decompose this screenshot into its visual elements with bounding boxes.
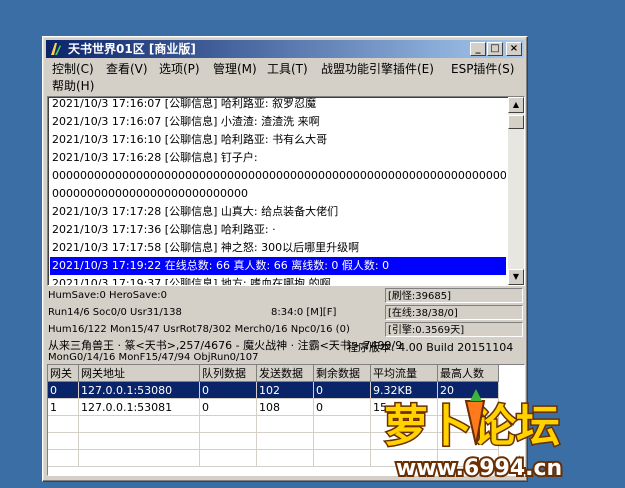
table-cell: 102 [256, 381, 314, 399]
table-cell [256, 415, 314, 433]
status-time: 8:34:0 [M][F] [271, 307, 337, 318]
log-line[interactable]: 2021/10/3 17:16:10 [公聊信息] 哈利路亚: 书有么大哥 [50, 131, 506, 149]
minimize-icon: _ [475, 43, 481, 54]
maximize-icon: □ [490, 43, 500, 54]
table-cell [48, 415, 79, 433]
table-cell [48, 432, 79, 450]
table-cell [78, 449, 200, 467]
log-scrollbar[interactable]: ▲ ▼ [508, 97, 524, 285]
scroll-up-button[interactable]: ▲ [508, 97, 524, 113]
table-cell: 0 [199, 398, 257, 416]
menu-control[interactable]: 控制(C) [52, 60, 94, 77]
menu-guild-engine-plugin[interactable]: 战盟功能引擎插件(E) [321, 60, 434, 77]
table-cell: 0 [48, 381, 79, 399]
log-line[interactable]: 2021/10/3 17:16:07 [公聊信息] 哈利路亚: 叙罗忍魔 [50, 97, 506, 113]
log-line[interactable]: 0000000000000000000000000000 [50, 185, 506, 203]
col-queue-data[interactable]: 队列数据 [199, 365, 257, 382]
engine-days: [引擎:0.3569天] [385, 322, 523, 337]
online-count: [在线:38/38/0] [385, 305, 523, 320]
status-panel: HumSave:0 HeroSave:0 Run14/6 Soc0/0 Usr3… [47, 287, 523, 365]
table-cell [199, 449, 257, 467]
menu-esp-plugin[interactable]: ESP插件(S) [451, 60, 514, 77]
arrow-up-icon: ▲ [512, 100, 520, 109]
menu-view[interactable]: 查看(V) [106, 60, 148, 77]
window-title: 天书世界01区 [商业版] [68, 42, 196, 56]
program-version: 程序版本: 4.00 Build 20151104 [347, 341, 514, 354]
log-line-selected[interactable]: 2021/10/3 17:19:22 在线总数: 66 真人数: 66 离线数:… [50, 257, 506, 275]
table-cell: 0 [313, 398, 371, 416]
title-bar[interactable]: 天书世界01区 [商业版] _ □ × [46, 40, 524, 58]
menu-options[interactable]: 选项(P) [159, 60, 200, 77]
log-line[interactable]: 2021/10/3 17:17:28 [公聊信息] 山真大: 给点装备大佬们 [50, 203, 506, 221]
scroll-down-button[interactable]: ▼ [508, 269, 524, 285]
table-cell [78, 432, 200, 450]
table-cell: 0 [313, 381, 371, 399]
table-cell [313, 449, 371, 467]
log-line[interactable]: 2021/10/3 17:16:28 [公聊信息] 钉子户: [50, 149, 506, 167]
close-button[interactable]: × [506, 42, 522, 56]
log-line[interactable]: 2021/10/3 17:16:07 [公聊信息] 小渣渣: 渣渣洗 来啊 [50, 113, 506, 131]
status-hum: Hum16/122 Mon15/47 UsrRot78/302 Merch0/1… [48, 324, 350, 335]
close-icon: × [509, 43, 519, 54]
log-line[interactable]: 0000000000000000000000000000000000000000… [50, 167, 506, 185]
col-avg-traffic[interactable]: 平均流量 [370, 365, 438, 382]
menu-bar: 控制(C) 查看(V) 选项(P) 管理(M) 工具(T) 战盟功能引擎插件(E… [46, 59, 524, 93]
menu-help[interactable]: 帮助(H) [52, 77, 94, 94]
log-lines: 2021/10/3 17:16:07 [公聊信息] 哈利路亚: 叙罗忍魔 2021… [50, 97, 506, 285]
log-line[interactable]: 2021/10/3 17:17:36 [公聊信息] 哈利路亚: · [50, 221, 506, 239]
table-cell [313, 415, 371, 433]
table-cell [313, 432, 371, 450]
col-gateway[interactable]: 网关 [48, 365, 79, 382]
app-icon [51, 43, 61, 55]
table-cell: 0 [199, 381, 257, 399]
scroll-thumb[interactable] [508, 115, 524, 129]
table-cell [199, 432, 257, 450]
table-cell [256, 432, 314, 450]
svg-text:www.6994.cn: www.6994.cn [396, 456, 562, 481]
menu-tools[interactable]: 工具(T) [267, 60, 308, 77]
log-panel[interactable]: 2021/10/3 17:16:07 [公聊信息] 哈利路亚: 叙罗忍魔 2021… [47, 96, 525, 286]
refresh-monster-count: [刷怪:39685] [385, 288, 523, 303]
arrow-down-icon: ▼ [512, 272, 520, 281]
minimize-button[interactable]: _ [470, 42, 486, 56]
maximize-button[interactable]: □ [487, 42, 503, 56]
status-save: HumSave:0 HeroSave:0 [48, 290, 168, 301]
col-gateway-address[interactable]: 网关地址 [78, 365, 200, 382]
menu-manage[interactable]: 管理(M) [213, 60, 257, 77]
col-send-data[interactable]: 发送数据 [256, 365, 314, 382]
table-cell: 1 [48, 398, 79, 416]
table-cell: 127.0.0.1:53080 [78, 381, 200, 399]
log-line[interactable]: 2021/10/3 17:19:37 [公聊信息] 地方: 嗜血在哪抱 的啊 [50, 275, 506, 285]
col-remaining-data[interactable]: 剩余数据 [313, 365, 371, 382]
forum-watermark-logo: 萝卜论坛 www.6994.cn [383, 389, 564, 483]
table-header-row: 网关 网关地址 队列数据 发送数据 剩余数据 平均流量 最高人数 [48, 365, 499, 382]
table-cell [256, 449, 314, 467]
table-cell: 108 [256, 398, 314, 416]
table-cell [199, 415, 257, 433]
table-cell [48, 449, 79, 467]
log-line[interactable]: 2021/10/3 17:17:58 [公聊信息] 神之怒: 300以后哪里升级… [50, 239, 506, 257]
status-mon: MonG0/14/16 MonF15/47/94 ObjRun0/107 [48, 352, 259, 363]
col-max-users[interactable]: 最高人数 [437, 365, 499, 382]
table-cell [78, 415, 200, 433]
status-run: Run14/6 Soc0/0 Usr31/138 [48, 307, 182, 318]
table-cell: 127.0.0.1:53081 [78, 398, 200, 416]
